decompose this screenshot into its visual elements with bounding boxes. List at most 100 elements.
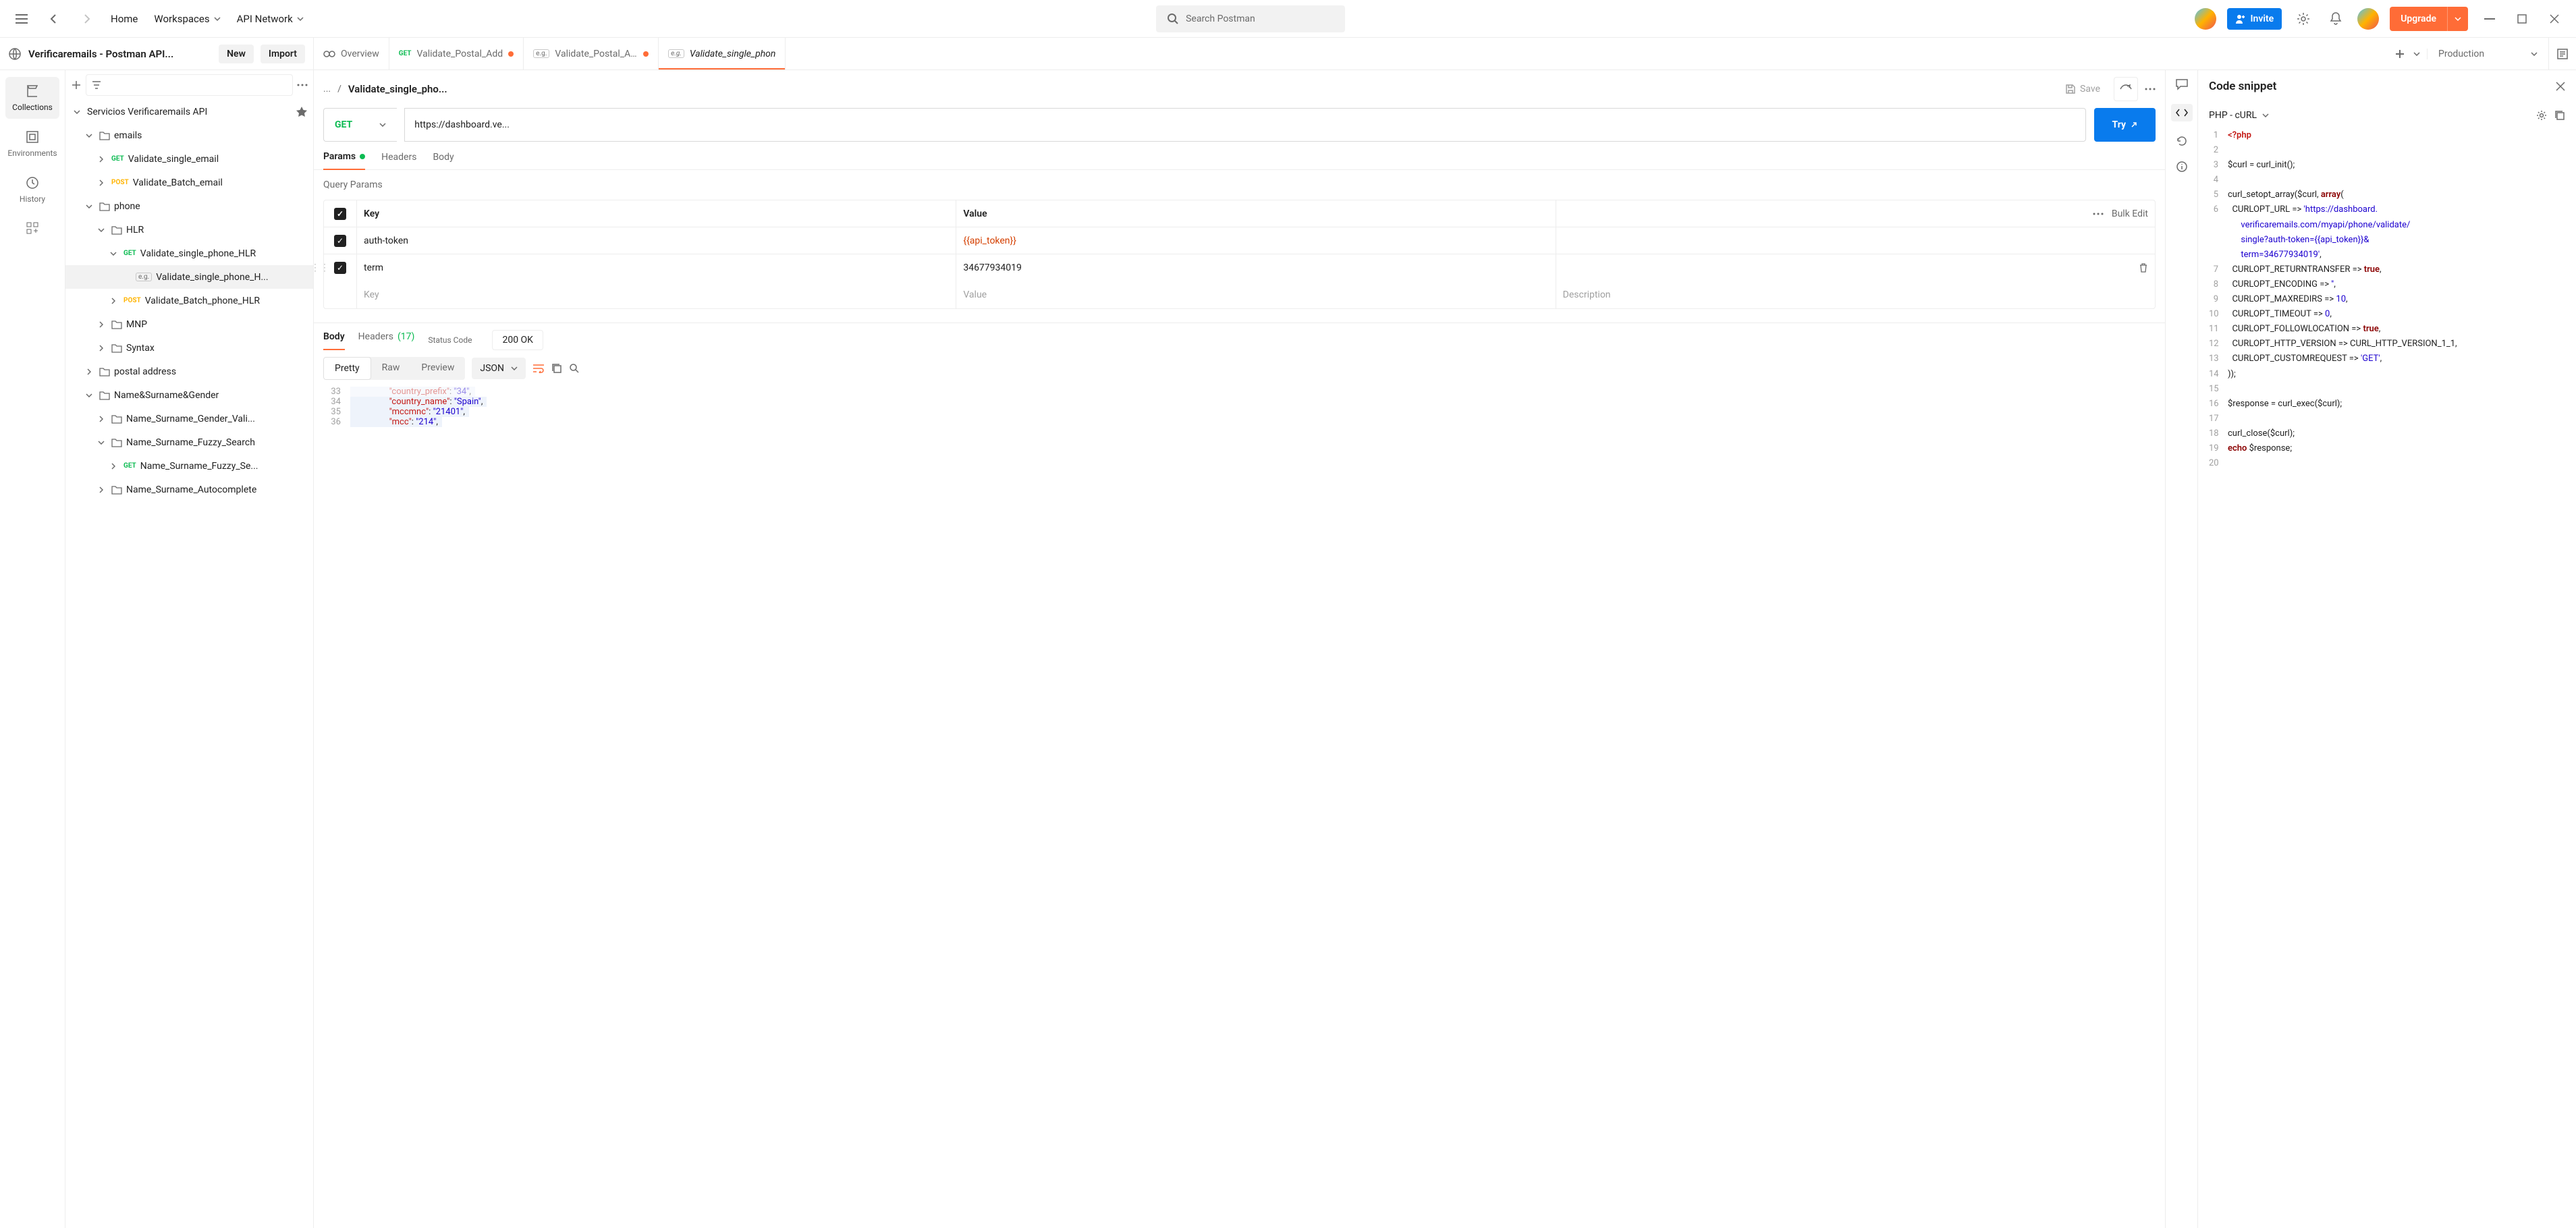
nav-api-network[interactable]: API Network bbox=[234, 9, 306, 29]
info-icon[interactable] bbox=[2176, 161, 2188, 173]
copy-snippet-icon[interactable] bbox=[2554, 110, 2565, 121]
tab[interactable]: e.g.Validate_single_phon bbox=[659, 38, 786, 69]
tree-item[interactable]: postal address bbox=[65, 360, 313, 383]
rail-history[interactable]: History bbox=[5, 169, 59, 211]
param-key[interactable]: term bbox=[356, 254, 956, 281]
back-icon[interactable] bbox=[43, 8, 65, 30]
trash-icon[interactable] bbox=[2139, 262, 2148, 273]
tab-headers[interactable]: Headers bbox=[381, 151, 416, 169]
environment-quicklook-icon[interactable] bbox=[2549, 48, 2576, 60]
language-picker[interactable]: PHP - cURL bbox=[2209, 110, 2269, 121]
create-icon[interactable] bbox=[71, 80, 82, 90]
snippet-settings-icon[interactable] bbox=[2536, 109, 2548, 121]
drag-handle-icon[interactable]: ⋮⋮ bbox=[324, 262, 329, 273]
sidebar-more-icon[interactable] bbox=[297, 84, 308, 86]
row-checkbox[interactable]: ✓ bbox=[334, 262, 346, 274]
tree-item[interactable]: Name_Surname_Autocomplete bbox=[65, 478, 313, 501]
tree-item[interactable]: MNP bbox=[65, 312, 313, 336]
snippet-code[interactable]: 1<?php23$curl = curl_init();45curl_setop… bbox=[2198, 128, 2576, 1228]
tab[interactable]: GETValidate_Postal_Add bbox=[389, 38, 524, 69]
forward-icon[interactable] bbox=[76, 8, 97, 30]
tree-item[interactable]: Syntax bbox=[65, 336, 313, 360]
tab[interactable]: e.g.Validate_Postal_Add bbox=[524, 38, 659, 69]
wrap-lines-icon[interactable] bbox=[532, 364, 545, 373]
tree-item[interactable]: Name&Surname&Gender bbox=[65, 383, 313, 407]
import-button[interactable]: Import bbox=[261, 45, 305, 63]
invite-button[interactable]: Invite bbox=[2227, 8, 2282, 30]
new-key-input[interactable]: Key bbox=[356, 281, 956, 308]
rail-collections[interactable]: Collections bbox=[5, 77, 59, 119]
nav-workspaces[interactable]: Workspaces bbox=[151, 9, 223, 29]
param-key[interactable]: auth-token bbox=[356, 227, 956, 254]
method-picker[interactable]: GET bbox=[323, 108, 397, 142]
close-snippet-icon[interactable] bbox=[2556, 82, 2565, 91]
param-value[interactable]: {{api_token}} bbox=[956, 227, 1555, 254]
share-button[interactable] bbox=[2114, 77, 2138, 101]
refresh-icon[interactable] bbox=[2176, 135, 2188, 147]
tree-item[interactable]: phone bbox=[65, 194, 313, 218]
collection-root[interactable]: Servicios Verificaremails API bbox=[65, 100, 313, 123]
response-body[interactable]: 33 "country_prefix": "34",34 "country_na… bbox=[314, 387, 2165, 1228]
star-icon[interactable] bbox=[296, 106, 308, 118]
upgrade-button[interactable]: Upgrade bbox=[2390, 7, 2468, 31]
environment-picker[interactable]: Production bbox=[2428, 38, 2549, 69]
param-desc[interactable] bbox=[1556, 227, 2155, 254]
code-icon[interactable] bbox=[2171, 104, 2193, 121]
try-button[interactable]: Try bbox=[2094, 108, 2156, 142]
col-more-icon[interactable] bbox=[2093, 213, 2104, 215]
tree-item[interactable]: GETValidate_single_email bbox=[65, 147, 313, 171]
tab-menu-icon[interactable] bbox=[2413, 52, 2420, 56]
param-desc[interactable] bbox=[1556, 254, 2155, 281]
comments-icon[interactable] bbox=[2175, 78, 2189, 90]
view-raw[interactable]: Raw bbox=[371, 357, 411, 380]
param-value[interactable]: 34677934019 bbox=[956, 254, 1555, 281]
tree-item[interactable]: Name_Surname_Fuzzy_Search bbox=[65, 430, 313, 454]
tab-body[interactable]: Body bbox=[433, 151, 454, 169]
new-desc-input[interactable]: Description bbox=[1556, 281, 2155, 308]
format-picker[interactable]: JSON bbox=[472, 358, 526, 379]
breadcrumb[interactable]: ... bbox=[323, 84, 331, 94]
user-avatar[interactable] bbox=[2357, 8, 2379, 30]
tree-item[interactable]: e.g.Validate_single_phone_H... bbox=[65, 265, 313, 289]
window-close-icon[interactable] bbox=[2544, 8, 2565, 30]
bulk-edit-button[interactable]: Bulk Edit bbox=[2112, 208, 2148, 219]
response-tab-body[interactable]: Body bbox=[323, 331, 345, 350]
minimize-icon[interactable] bbox=[2479, 8, 2500, 30]
tree-item[interactable]: HLR bbox=[65, 218, 313, 242]
tree-item[interactable]: POSTValidate_Batch_email bbox=[65, 171, 313, 194]
maximize-icon[interactable] bbox=[2511, 8, 2533, 30]
search-input[interactable]: Search Postman bbox=[1156, 5, 1345, 32]
tab[interactable]: Overview bbox=[314, 38, 389, 69]
new-button[interactable]: New bbox=[219, 45, 254, 63]
status-code[interactable]: 200 OK bbox=[492, 330, 543, 350]
notifications-icon[interactable] bbox=[2325, 8, 2347, 30]
request-more-icon[interactable] bbox=[2145, 88, 2156, 90]
row-checkbox[interactable]: ✓ bbox=[334, 235, 346, 247]
settings-icon[interactable] bbox=[2293, 8, 2314, 30]
new-tab-icon[interactable] bbox=[2394, 49, 2405, 59]
select-all-checkbox[interactable]: ✓ bbox=[334, 208, 346, 220]
tree-item[interactable]: POSTValidate_Batch_phone_HLR bbox=[65, 289, 313, 312]
rail-environments[interactable]: Environments bbox=[5, 123, 59, 165]
rail-more-icon[interactable] bbox=[5, 215, 59, 242]
param-row[interactable]: ⋮⋮ ✓ term34677934019 bbox=[324, 254, 2155, 281]
view-preview[interactable]: Preview bbox=[410, 357, 465, 380]
tree-item[interactable]: Name_Surname_Gender_Vali... bbox=[65, 407, 313, 430]
url-input[interactable]: https://dashboard.ve... bbox=[404, 108, 2086, 142]
view-pretty[interactable]: Pretty bbox=[323, 357, 371, 380]
search-response-icon[interactable] bbox=[569, 363, 580, 374]
nav-home[interactable]: Home bbox=[108, 9, 140, 29]
context-rail bbox=[2166, 70, 2198, 1228]
new-value-input[interactable]: Value bbox=[956, 281, 1555, 308]
tree-item[interactable]: GETValidate_single_phone_HLR bbox=[65, 242, 313, 265]
save-button[interactable]: Save bbox=[2058, 80, 2107, 99]
response-tab-headers[interactable]: Headers (17) bbox=[358, 331, 415, 349]
hamburger-icon[interactable] bbox=[11, 8, 32, 30]
param-row[interactable]: ✓ auth-token{{api_token}} bbox=[324, 227, 2155, 254]
tab-params[interactable]: Params bbox=[323, 151, 365, 170]
team-avatar[interactable] bbox=[2195, 8, 2216, 30]
tree-item[interactable]: emails bbox=[65, 123, 313, 147]
tree-item[interactable]: GETName_Surname_Fuzzy_Se... bbox=[65, 454, 313, 478]
copy-response-icon[interactable] bbox=[551, 363, 562, 374]
filter-input[interactable] bbox=[86, 74, 293, 96]
